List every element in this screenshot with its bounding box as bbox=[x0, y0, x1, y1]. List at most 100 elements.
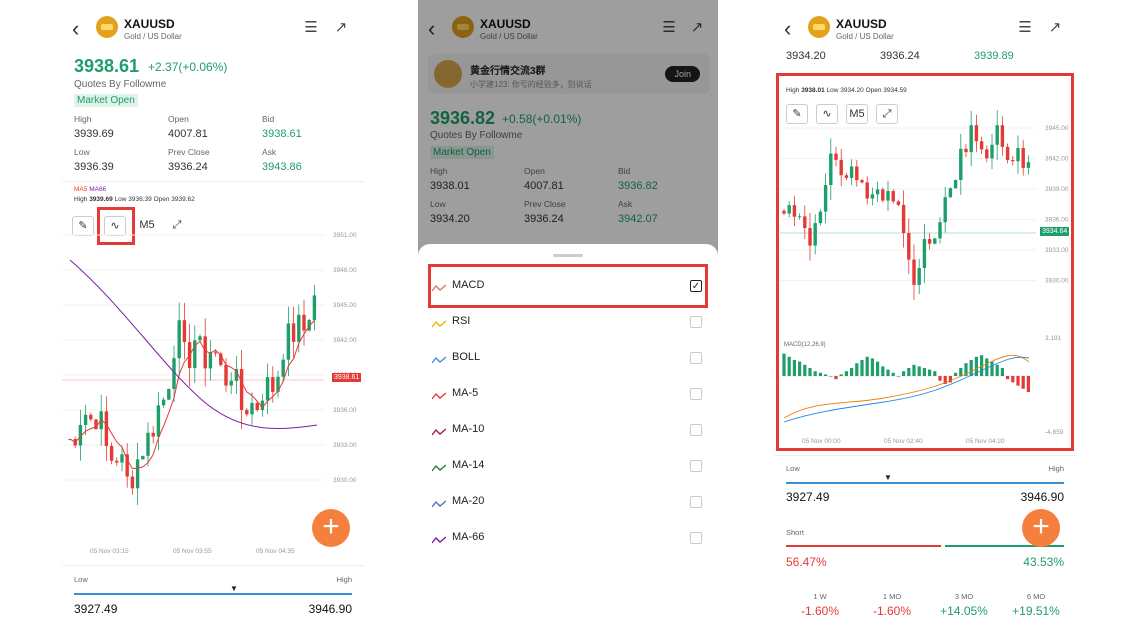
candle-body bbox=[865, 182, 869, 199]
perf-value: +14.05% bbox=[940, 604, 988, 618]
macd-histogram-bar bbox=[1006, 376, 1010, 380]
market-status-badge: Market Open bbox=[74, 94, 138, 107]
candle-body bbox=[896, 201, 901, 205]
current-price-tag: 3938.61 bbox=[332, 373, 362, 382]
gold-logo-icon bbox=[96, 16, 118, 38]
plus-icon: + bbox=[1032, 510, 1050, 543]
x-axis-label: 05 Nov 04:35 bbox=[256, 548, 295, 555]
candle-body bbox=[250, 402, 254, 415]
watchlist-icon[interactable]: ☰ bbox=[1016, 20, 1034, 36]
candle-body bbox=[89, 414, 93, 420]
candle-body bbox=[891, 191, 895, 202]
candle-body bbox=[782, 210, 786, 214]
indicator-row[interactable]: BOLL bbox=[428, 340, 708, 376]
candle-body bbox=[875, 189, 880, 195]
share-icon[interactable]: ↗ bbox=[1046, 20, 1064, 36]
indicator-row[interactable]: MA-66 bbox=[428, 520, 708, 556]
candlestick-macd-chart[interactable]: 3945.00 3942.00 3939.00 3936.00 3933.00 3930.… bbox=[774, 100, 1076, 450]
indicator-checkbox[interactable] bbox=[690, 460, 702, 472]
range-high-label: High bbox=[336, 575, 352, 584]
candle-body bbox=[1026, 162, 1031, 168]
candle-body bbox=[239, 369, 244, 411]
share-icon[interactable]: ↗ bbox=[332, 20, 350, 36]
macd-histogram-bar bbox=[922, 368, 926, 376]
bid-label: Bid bbox=[262, 114, 275, 124]
candle-body bbox=[990, 144, 994, 159]
x-axis-label: 05 Nov 03:15 bbox=[90, 548, 129, 555]
macd-histogram-bar bbox=[886, 369, 890, 376]
candle-body bbox=[229, 380, 233, 386]
candle-body bbox=[855, 166, 859, 181]
indicator-row[interactable]: MA-20 bbox=[428, 484, 708, 520]
price-change: +2.37(+0.06%) bbox=[148, 60, 228, 74]
candle-body bbox=[255, 402, 259, 411]
screen-3: ‹ XAUUSD Gold / US Dollar ☰ ↗ 3934.20 39… bbox=[774, 0, 1076, 623]
macd-histogram-bar bbox=[954, 372, 958, 376]
candle-body bbox=[959, 148, 963, 181]
highlight-macd-row bbox=[428, 264, 708, 308]
range-high-label: High bbox=[1048, 464, 1064, 473]
y-axis-label: 3945.00 bbox=[1045, 125, 1069, 132]
ma66-icon bbox=[431, 532, 447, 544]
watchlist-icon[interactable]: ☰ bbox=[302, 20, 320, 36]
indicator-name: MA-10 bbox=[452, 423, 485, 435]
candle-body bbox=[881, 189, 885, 201]
indicator-row[interactable]: RSI bbox=[428, 304, 708, 340]
candle-body bbox=[265, 377, 270, 401]
y-axis-label: 3948.00 bbox=[333, 267, 357, 274]
y-axis-label: 3930.00 bbox=[333, 477, 357, 484]
candle-body bbox=[245, 410, 249, 415]
sheet-handle[interactable] bbox=[553, 254, 583, 257]
macd-histogram-bar bbox=[990, 361, 994, 376]
indicator-sheet: MACD ✓ RSI BOLL MA-5 MA-10 MA-14 MA-20 MA-66 bbox=[418, 244, 718, 623]
perf-label: 3 MO bbox=[954, 592, 974, 601]
ma5-legend: MA5 bbox=[74, 186, 88, 193]
indicator-checkbox[interactable] bbox=[690, 316, 702, 328]
ma-legend: MA5 MA66 bbox=[74, 186, 106, 193]
macd-histogram-bar bbox=[912, 364, 916, 376]
prev-close-value: 3936.24 bbox=[168, 161, 208, 173]
divider bbox=[774, 455, 1076, 456]
candle-body bbox=[985, 149, 989, 159]
candle-body bbox=[1011, 160, 1015, 162]
high-value: 3939.69 bbox=[74, 128, 114, 140]
symbol-title: XAUUSD bbox=[124, 17, 175, 31]
indicator-name: MA-14 bbox=[452, 459, 485, 471]
indicator-checkbox[interactable] bbox=[690, 532, 702, 544]
range-bar bbox=[786, 482, 1064, 484]
candle-body bbox=[912, 259, 916, 285]
candle-body bbox=[297, 314, 301, 342]
candle-body bbox=[818, 211, 823, 224]
indicator-row[interactable]: MA-10 bbox=[428, 412, 708, 448]
indicator-row[interactable]: MA-5 bbox=[428, 376, 708, 412]
candle-body bbox=[271, 377, 275, 392]
candle-body bbox=[208, 352, 213, 369]
screen-1: ‹ XAUUSD Gold / US Dollar ☰ ↗ 3938.61 +2… bbox=[62, 0, 364, 623]
indicator-checkbox[interactable] bbox=[690, 424, 702, 436]
macd-histogram-bar bbox=[876, 361, 880, 376]
back-arrow-icon[interactable]: ‹ bbox=[72, 18, 92, 40]
macd-histogram-bar bbox=[844, 371, 848, 376]
indicator-checkbox[interactable] bbox=[690, 496, 702, 508]
indicator-checkbox[interactable] bbox=[690, 352, 702, 364]
macd-axis-top: 3.191 bbox=[1045, 335, 1062, 342]
back-arrow-icon[interactable]: ‹ bbox=[784, 18, 804, 40]
candle-body bbox=[312, 295, 317, 320]
range-bar bbox=[74, 593, 352, 595]
candle-body bbox=[135, 459, 140, 489]
macd-histogram-bar bbox=[792, 360, 796, 376]
short-label: Short bbox=[786, 528, 804, 537]
trade-fab-button[interactable]: + bbox=[312, 509, 350, 547]
prev-close-label: Prev Close bbox=[168, 147, 210, 157]
indicator-checkbox[interactable] bbox=[690, 388, 702, 400]
macd-histogram-bar bbox=[787, 356, 791, 376]
current-price-tag: 3934.64 bbox=[1040, 227, 1070, 236]
header: ‹ XAUUSD Gold / US Dollar ☰ ↗ bbox=[774, 14, 1076, 48]
candle-body bbox=[860, 180, 864, 183]
candle-body bbox=[933, 238, 937, 244]
macd-histogram-bar bbox=[917, 366, 921, 376]
candle-body bbox=[839, 159, 843, 176]
trade-fab-button[interactable]: + bbox=[1022, 509, 1060, 547]
indicator-row[interactable]: MA-14 bbox=[428, 448, 708, 484]
ask-label: Ask bbox=[262, 147, 277, 157]
